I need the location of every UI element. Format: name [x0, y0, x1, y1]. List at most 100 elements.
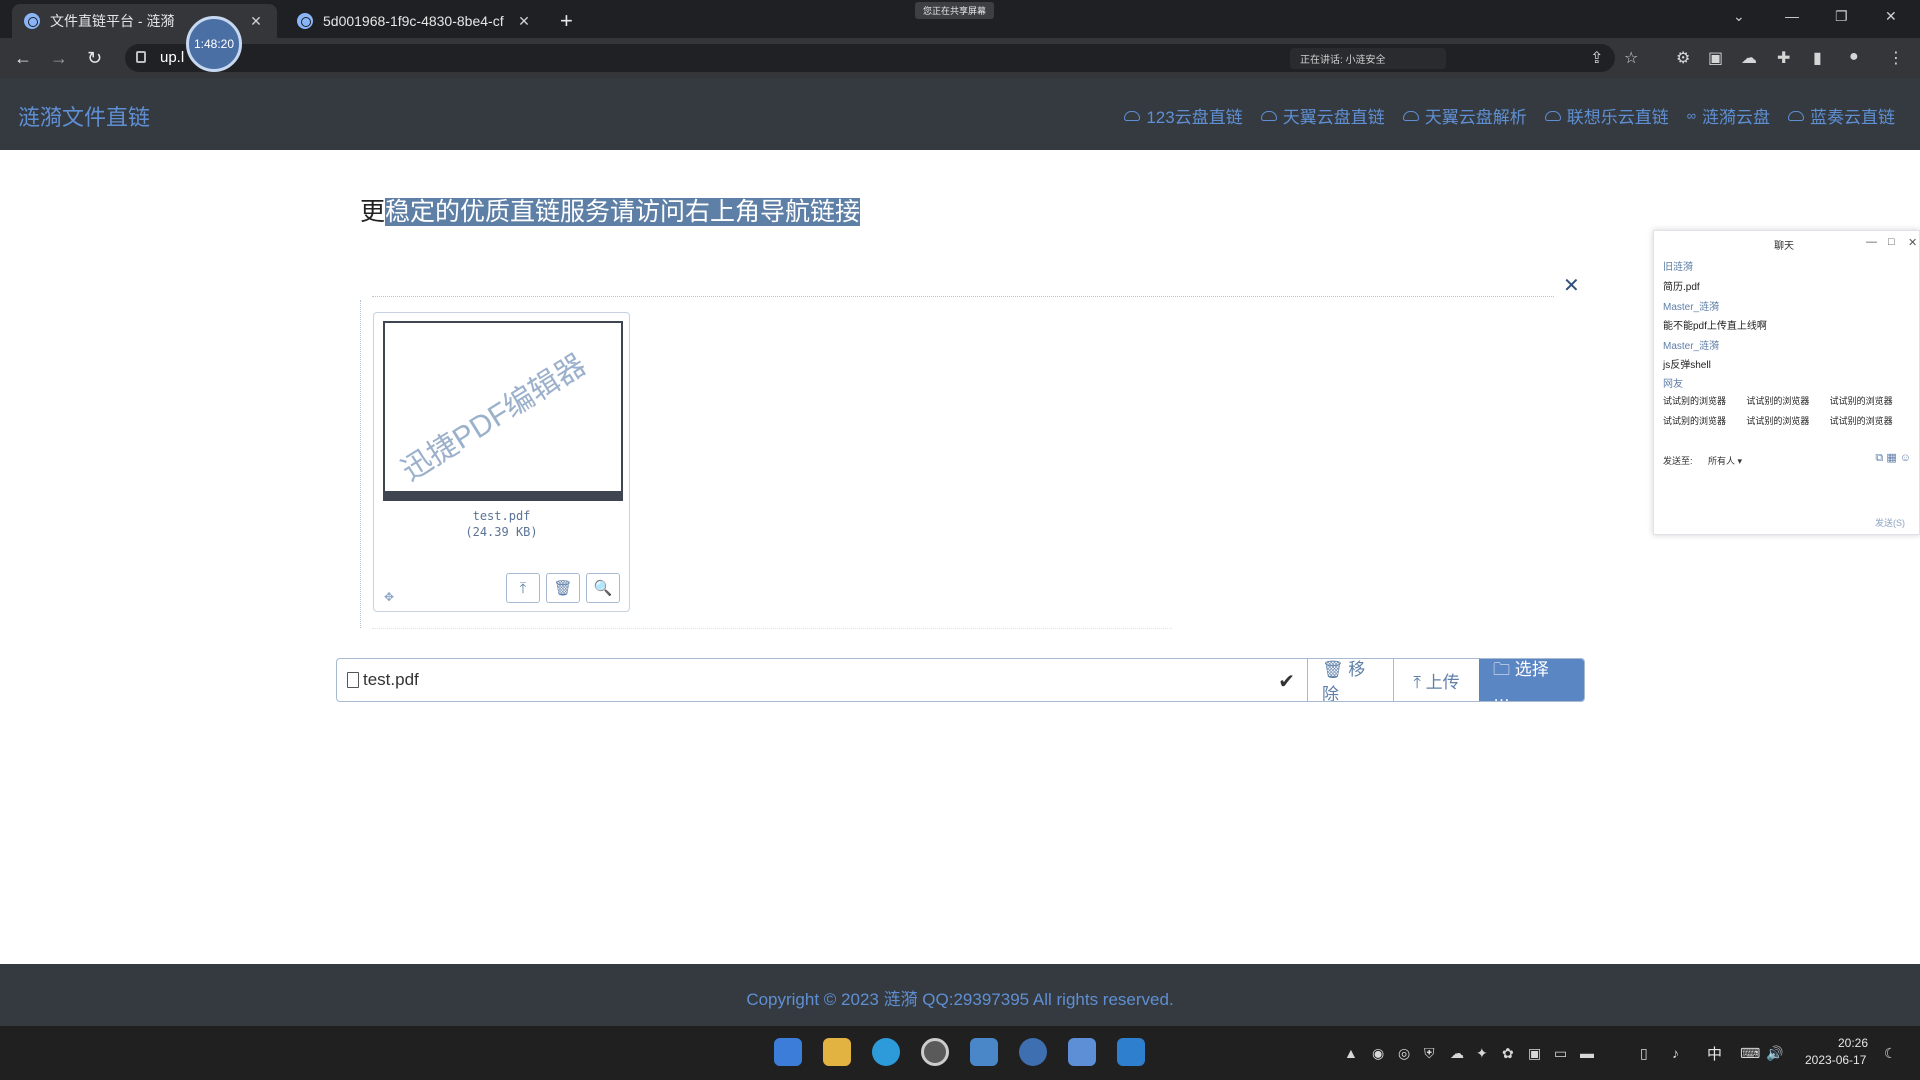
chat-panel: 聊天 — □ ✕ 旧涟漪 简历.pdf Master_涟漪 能不能pdf上传直上… — [1653, 230, 1920, 535]
zoom-file-button[interactable]: 🔍 — [586, 573, 620, 603]
lock-icon[interactable] — [136, 51, 146, 63]
url-text[interactable]: up.l — [160, 49, 184, 66]
menu-icon[interactable]: ⋮ — [1888, 48, 1904, 68]
file-caption[interactable]: test.pdf ✔ — [337, 659, 1307, 701]
upload-file-button[interactable]: ⤒ — [506, 573, 540, 603]
nav-link-lianyi-pan[interactable]: ∞ 涟漪云盘 — [1687, 103, 1770, 128]
tray-app-icon[interactable]: ✿ — [1502, 1045, 1514, 1062]
tray-app-icon[interactable]: ▣ — [1528, 1045, 1541, 1062]
volume-icon[interactable]: 🔊 — [1766, 1045, 1783, 1062]
close-icon[interactable]: ✕ — [1908, 236, 1917, 249]
chat-title: 聊天 — [1774, 241, 1794, 252]
edge-icon[interactable] — [872, 1038, 900, 1066]
minimize-button[interactable]: — — [1785, 8, 1799, 24]
drag-handle-icon[interactable]: ✥ — [384, 590, 394, 604]
recipient-select[interactable]: 所有人 ▾ — [1708, 454, 1742, 467]
preview-file-size: (24.39 KB) — [465, 525, 538, 539]
chrome-icon[interactable] — [921, 1038, 949, 1066]
chat-message[interactable]: 简历.pdf — [1663, 278, 1700, 293]
app-icon[interactable] — [970, 1038, 998, 1066]
browser-tab-bar: 文件直链平台 - 涟漪 ✕ 5d001968-1f9c-4830-8be4-cf… — [0, 0, 1920, 38]
clock-time[interactable]: 20:26 — [1838, 1036, 1868, 1050]
side-panel-icon[interactable]: ▮ — [1813, 48, 1822, 68]
nav-label: 涟漪云盘 — [1702, 108, 1770, 127]
profile-icon[interactable]: ● — [1849, 48, 1859, 66]
remove-button[interactable]: 🗑 移除 — [1307, 659, 1393, 701]
chat-sender: 旧涟漪 — [1663, 262, 1693, 273]
extension-icon[interactable]: ☁ — [1741, 48, 1757, 68]
copyright-text: Copyright © 2023 涟漪 QQ:29397395 All righ… — [746, 990, 1174, 1009]
chat-message: js反弹shell — [1663, 360, 1711, 371]
restore-button[interactable]: ❐ — [1835, 8, 1848, 25]
new-tab-button[interactable]: + — [560, 8, 573, 34]
nav-label: 天翼云盘直链 — [1282, 108, 1385, 127]
pdf-thumbnail[interactable]: 迅捷PDF编辑器 — [383, 321, 623, 501]
nav-link-123pan[interactable]: 123云盘直链 — [1124, 103, 1243, 128]
tray-app-icon[interactable]: ▬ — [1580, 1045, 1594, 1061]
tray-app-icon[interactable]: ☁ — [1450, 1045, 1464, 1062]
close-icon[interactable]: ✕ — [1563, 273, 1580, 298]
reload-icon[interactable]: ↻ — [87, 48, 102, 69]
globe-icon — [297, 13, 313, 29]
usb-icon[interactable]: ▯ — [1640, 1045, 1648, 1062]
taskbar — [0, 1026, 1920, 1080]
chat-tool-icons[interactable]: ⧉ ▦ ☺ — [1875, 451, 1911, 465]
site-title[interactable]: 涟漪文件直链 — [18, 100, 150, 132]
speaking-indicator: 正在讲话: 小涟安全 — [1290, 48, 1446, 69]
browse-button[interactable]: 🗀 选择 … — [1479, 659, 1584, 701]
send-button[interactable]: 发送(S) — [1875, 516, 1905, 529]
file-caption-name: test.pdf — [363, 670, 419, 689]
extension-icon[interactable]: ⚙ — [1676, 48, 1690, 68]
trash-icon: 🗑 — [553, 580, 573, 597]
ime-indicator[interactable]: 中 — [1707, 1043, 1722, 1064]
photos-icon[interactable] — [1068, 1038, 1096, 1066]
tab-close-icon[interactable]: ✕ — [247, 13, 265, 30]
screen-share-indicator[interactable]: 您正在共享屏幕 — [915, 2, 995, 19]
site-nav: 123云盘直链 天翼云盘直链 天翼云盘解析 联想乐云直链 ∞ 涟漪云盘 蓝奏云直链 — [1124, 103, 1895, 128]
nav-label: 蓝奏云直链 — [1810, 108, 1895, 127]
nav-link-lanzou[interactable]: 蓝奏云直链 — [1788, 103, 1895, 128]
chat-message-grid: 试试别的浏览器 试试别的浏览器 试试别的浏览器 试试别的浏览器 试试别的浏览器 … — [1663, 394, 1913, 427]
vscode-icon[interactable] — [1117, 1038, 1145, 1066]
tab-close-icon[interactable]: ✕ — [515, 13, 533, 30]
browser-tab[interactable]: 5d001968-1f9c-4830-8be4-cf ✕ — [285, 4, 545, 38]
share-icon[interactable]: ⇪ — [1590, 48, 1603, 68]
delete-file-button[interactable]: 🗑 — [546, 573, 580, 603]
nav-link-tianyi[interactable]: 天翼云盘直链 — [1260, 103, 1385, 128]
tray-app-icon[interactable]: ◉ — [1372, 1045, 1384, 1062]
clock-date[interactable]: 2023-06-17 — [1805, 1053, 1866, 1067]
network-icon[interactable]: ⌨ — [1740, 1045, 1760, 1062]
notification-icon[interactable]: ☾ — [1884, 1045, 1897, 1062]
file-icon — [347, 672, 359, 688]
back-icon[interactable]: ← — [14, 48, 32, 69]
forward-icon[interactable]: → — [50, 48, 68, 69]
app-icon[interactable] — [1019, 1038, 1047, 1066]
tray-app-icon[interactable]: ▭ — [1554, 1045, 1567, 1062]
maximize-icon[interactable]: □ — [1888, 236, 1895, 248]
recording-timer[interactable]: 1:48:20 — [186, 16, 242, 72]
extensions-puzzle-icon[interactable]: ✚ — [1777, 48, 1790, 68]
extension-icon[interactable]: ▣ — [1708, 48, 1723, 68]
file-explorer-icon[interactable] — [823, 1038, 851, 1066]
nav-link-tianyi-parse[interactable]: 天翼云盘解析 — [1402, 103, 1527, 128]
close-window-button[interactable]: ✕ — [1885, 8, 1897, 25]
chat-sender: 网友 — [1663, 379, 1683, 390]
upload-icon: ⤒ — [519, 579, 527, 597]
microphone-icon[interactable]: ♪ — [1672, 1045, 1679, 1061]
tab-search-icon[interactable]: ⌄ — [1733, 8, 1745, 25]
nav-link-lenovo[interactable]: 联想乐云直链 — [1544, 103, 1669, 128]
thumbnail-watermark: 迅捷PDF编辑器 — [396, 348, 592, 488]
drop-zone-border — [372, 296, 1554, 297]
chat-sender: Master_涟漪 — [1663, 302, 1720, 313]
chat-message: 试试别的浏览器 — [1746, 416, 1810, 426]
tray-app-icon[interactable]: ▲ — [1344, 1045, 1358, 1061]
start-icon[interactable] — [774, 1038, 802, 1066]
tray-app-icon[interactable]: ✦ — [1476, 1045, 1488, 1062]
check-icon: ✔ — [1278, 671, 1295, 693]
tray-shield-icon[interactable]: ⛨ — [1424, 1045, 1435, 1062]
preview-file-name: test.pdf — [472, 509, 531, 523]
upload-button[interactable]: ⤒ 上传 — [1393, 659, 1479, 701]
bookmark-star-icon[interactable]: ☆ — [1624, 48, 1638, 68]
tray-app-icon[interactable]: ◎ — [1398, 1045, 1410, 1062]
minimize-icon[interactable]: — — [1866, 236, 1877, 248]
